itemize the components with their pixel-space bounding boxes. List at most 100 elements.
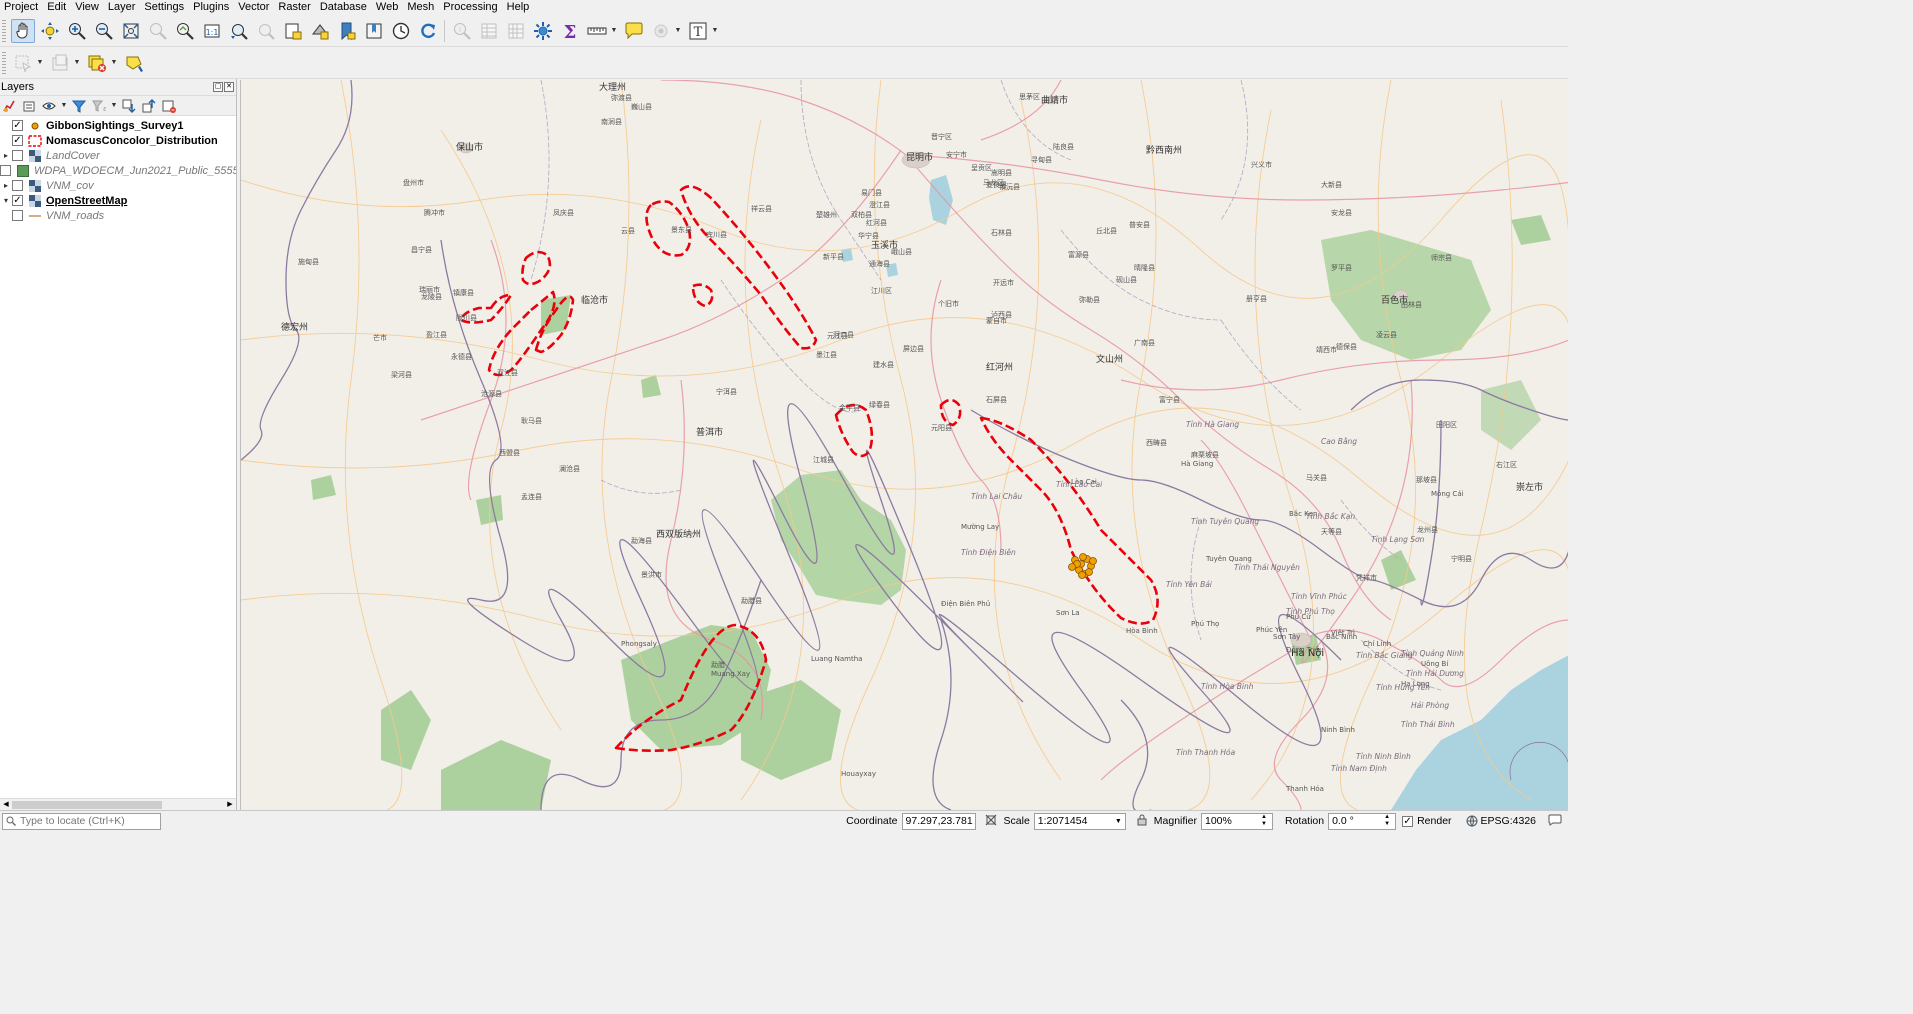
- new-bookmark-icon[interactable]: [335, 19, 359, 43]
- float-panel-icon[interactable]: ▢: [213, 82, 223, 92]
- menu-web[interactable]: Web: [372, 0, 403, 15]
- layer-row-gibbon-sightings[interactable]: ✓ GibbonSightings_Survey1: [0, 118, 236, 133]
- manage-visibility-icon[interactable]: [40, 97, 58, 115]
- layer-visibility-checkbox[interactable]: ✓: [12, 135, 23, 146]
- crs-button[interactable]: EPSG:4326: [1466, 815, 1536, 827]
- processing-toolbox-icon[interactable]: [531, 19, 555, 43]
- layer-visibility-checkbox[interactable]: ✓: [12, 120, 23, 131]
- layer-visibility-checkbox[interactable]: [0, 165, 11, 176]
- deselect-features-icon[interactable]: [85, 51, 109, 75]
- menu-database[interactable]: Database: [316, 0, 372, 15]
- add-group-icon[interactable]: [20, 97, 38, 115]
- new-map-view-icon[interactable]: [281, 19, 305, 43]
- text-annotation-dropdown-icon[interactable]: ▼: [711, 19, 719, 43]
- locator-placeholder: Type to locate (Ctrl+K): [20, 815, 125, 827]
- layer-expander[interactable]: ▾: [0, 196, 12, 205]
- filter-legend-icon[interactable]: [70, 97, 88, 115]
- menu-edit[interactable]: Edit: [43, 0, 71, 15]
- deselect-dropdown-icon[interactable]: ▼: [110, 51, 118, 75]
- layer-visibility-checkbox[interactable]: [12, 180, 23, 191]
- select-features-icon[interactable]: [11, 51, 35, 75]
- zoom-native-resolution-icon[interactable]: 1:1: [200, 19, 224, 43]
- menu-project[interactable]: Project: [0, 0, 43, 15]
- lock-scale-icon[interactable]: [1136, 814, 1148, 829]
- layer-row-nomascus-distribution[interactable]: ✓ NomascusConcolor_Distribution: [0, 133, 236, 148]
- measure-icon[interactable]: [585, 19, 609, 43]
- layer-row-vnm-cov[interactable]: ▸ VNM_cov: [0, 178, 236, 193]
- menu-processing[interactable]: Processing: [439, 0, 502, 15]
- render-checkbox[interactable]: ✓: [1402, 815, 1414, 827]
- visibility-dropdown-icon[interactable]: ▼: [60, 94, 68, 118]
- spin-arrows-icon[interactable]: ▲ ▼: [1382, 813, 1392, 830]
- zoom-in-icon[interactable]: [65, 19, 89, 43]
- collapse-all-icon[interactable]: [140, 97, 158, 115]
- temporal-controller-icon[interactable]: [389, 19, 413, 43]
- annotation-dropdown-icon[interactable]: ▼: [674, 19, 682, 43]
- layer-visibility-checkbox[interactable]: ✓: [12, 195, 23, 206]
- field-calculator-icon[interactable]: [504, 19, 528, 43]
- pan-hand-icon[interactable]: [10, 18, 35, 43]
- layer-expander[interactable]: ▸: [0, 151, 12, 160]
- layer-row-wdpa[interactable]: WDPA_WDOECM_Jun2021_Public_55559: [0, 163, 236, 178]
- map-place-label: 临沧市: [581, 296, 609, 306]
- map-place-label: 宁明县: [1451, 555, 1472, 563]
- zoom-next-icon[interactable]: [254, 19, 278, 43]
- rotation-spinbox[interactable]: 0.0 ° ▲ ▼: [1328, 812, 1397, 830]
- zoom-last-icon[interactable]: [227, 19, 251, 43]
- expand-all-icon[interactable]: [120, 97, 138, 115]
- layer-row-openstreetmap[interactable]: ▾ ✓ OpenStreetMap: [0, 193, 236, 208]
- measure-dropdown-icon[interactable]: ▼: [610, 19, 618, 43]
- spin-arrows-icon[interactable]: ▲ ▼: [1259, 813, 1269, 830]
- raster-layer-icon: [28, 179, 42, 192]
- toggle-extents-icon[interactable]: [984, 813, 998, 830]
- style-manager-icon[interactable]: [0, 97, 18, 115]
- menu-vector[interactable]: Vector: [234, 0, 274, 15]
- zoom-to-layer-icon[interactable]: [173, 19, 197, 43]
- menu-view[interactable]: View: [71, 0, 104, 15]
- layer-expander[interactable]: ▸: [0, 181, 12, 190]
- map-tips-icon[interactable]: [622, 19, 646, 43]
- select-by-expression-icon[interactable]: [48, 51, 72, 75]
- text-annotation-icon[interactable]: T: [686, 19, 710, 43]
- toolbar-grip[interactable]: [2, 19, 6, 42]
- sum-icon[interactable]: Σ: [558, 19, 582, 43]
- pan-to-selection-icon[interactable]: [38, 19, 62, 43]
- layer-row-landcover[interactable]: ▸ LandCover: [0, 148, 236, 163]
- scale-combobox[interactable]: 1:2071454 ▼: [1033, 812, 1126, 830]
- layer-visibility-checkbox[interactable]: [12, 150, 23, 161]
- magnifier-spinbox[interactable]: 100% ▲ ▼: [1200, 812, 1273, 830]
- layers-horizontal-scrollbar[interactable]: ◀ ▶: [0, 798, 236, 810]
- filter-expression-dropdown-icon[interactable]: ▼: [110, 94, 118, 118]
- select-by-expression-dropdown-icon[interactable]: ▼: [73, 51, 81, 75]
- new-3d-map-view-icon[interactable]: [308, 19, 332, 43]
- menu-layer[interactable]: Layer: [104, 0, 141, 15]
- menu-mesh[interactable]: Mesh: [403, 0, 439, 15]
- identify-icon[interactable]: i: [450, 19, 474, 43]
- show-bookmarks-icon[interactable]: [362, 19, 386, 43]
- map-place-label: 安宁市: [946, 151, 967, 159]
- select-location-icon[interactable]: [122, 51, 146, 75]
- menu-settings[interactable]: Settings: [140, 0, 189, 15]
- scale-dropdown-icon[interactable]: ▼: [1115, 818, 1122, 825]
- toolbar-grip[interactable]: [2, 51, 6, 74]
- filter-expression-icon[interactable]: ε: [90, 97, 108, 115]
- map-canvas[interactable]: 大理州 保山市 临沧市 普洱市 昆明市 玉溪市 红河州 文山州 西双版纳州 曲靖市 黔西南州 百色市崇…: [240, 80, 1568, 810]
- menu-plugins[interactable]: Plugins: [189, 0, 234, 15]
- coordinate-field[interactable]: 97.297,23.781: [901, 812, 976, 830]
- close-panel-icon[interactable]: ✕: [224, 82, 234, 92]
- select-features-dropdown-icon[interactable]: ▼: [36, 51, 44, 75]
- zoom-to-selection-icon[interactable]: [146, 19, 170, 43]
- zoom-full-icon[interactable]: [119, 19, 143, 43]
- menu-raster[interactable]: Raster: [274, 0, 315, 15]
- scrollbar-thumb[interactable]: [12, 801, 162, 809]
- annotation-icon[interactable]: [649, 19, 673, 43]
- layer-visibility-checkbox[interactable]: [12, 210, 23, 221]
- refresh-icon[interactable]: [416, 19, 440, 43]
- locator-search[interactable]: Type to locate (Ctrl+K): [2, 812, 161, 830]
- attribute-table-icon[interactable]: [477, 19, 501, 43]
- remove-layer-icon[interactable]: [160, 97, 178, 115]
- zoom-out-icon[interactable]: [92, 19, 116, 43]
- menu-help[interactable]: Help: [503, 0, 535, 15]
- layer-row-vnm-roads[interactable]: VNM_roads: [0, 208, 236, 223]
- messages-icon[interactable]: [1548, 814, 1562, 829]
